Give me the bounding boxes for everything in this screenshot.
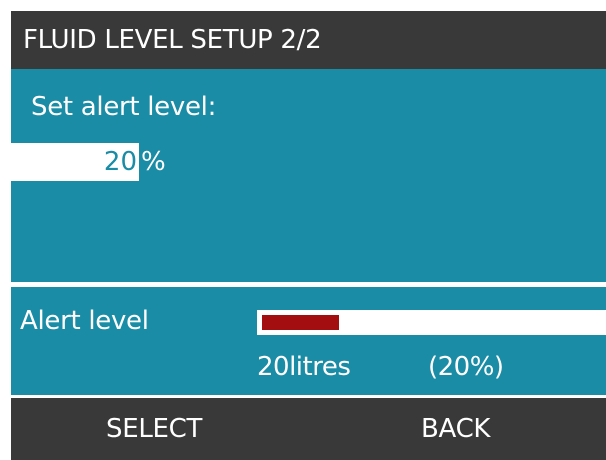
section-divider bbox=[11, 282, 606, 287]
alert-level-bar bbox=[257, 310, 606, 335]
alert-volume-readout: 20litres bbox=[257, 352, 351, 382]
fluid-level-setup-screen: FLUID LEVEL SETUP 2/2 Set alert level: 2… bbox=[11, 11, 606, 460]
select-button[interactable]: SELECT bbox=[106, 398, 202, 460]
softkey-bar: SELECT BACK bbox=[11, 398, 606, 460]
alert-level-label: Alert level bbox=[20, 306, 149, 336]
alert-level-unit: % bbox=[141, 147, 166, 177]
alert-level-bar-fill bbox=[262, 315, 339, 330]
alert-level-prompt: Set alert level: bbox=[31, 92, 217, 122]
alert-percent-readout: (20%) bbox=[428, 352, 504, 382]
back-button[interactable]: BACK bbox=[421, 398, 490, 460]
page-title: FLUID LEVEL SETUP 2/2 bbox=[11, 11, 606, 69]
alert-level-input[interactable]: 20 bbox=[11, 143, 139, 181]
